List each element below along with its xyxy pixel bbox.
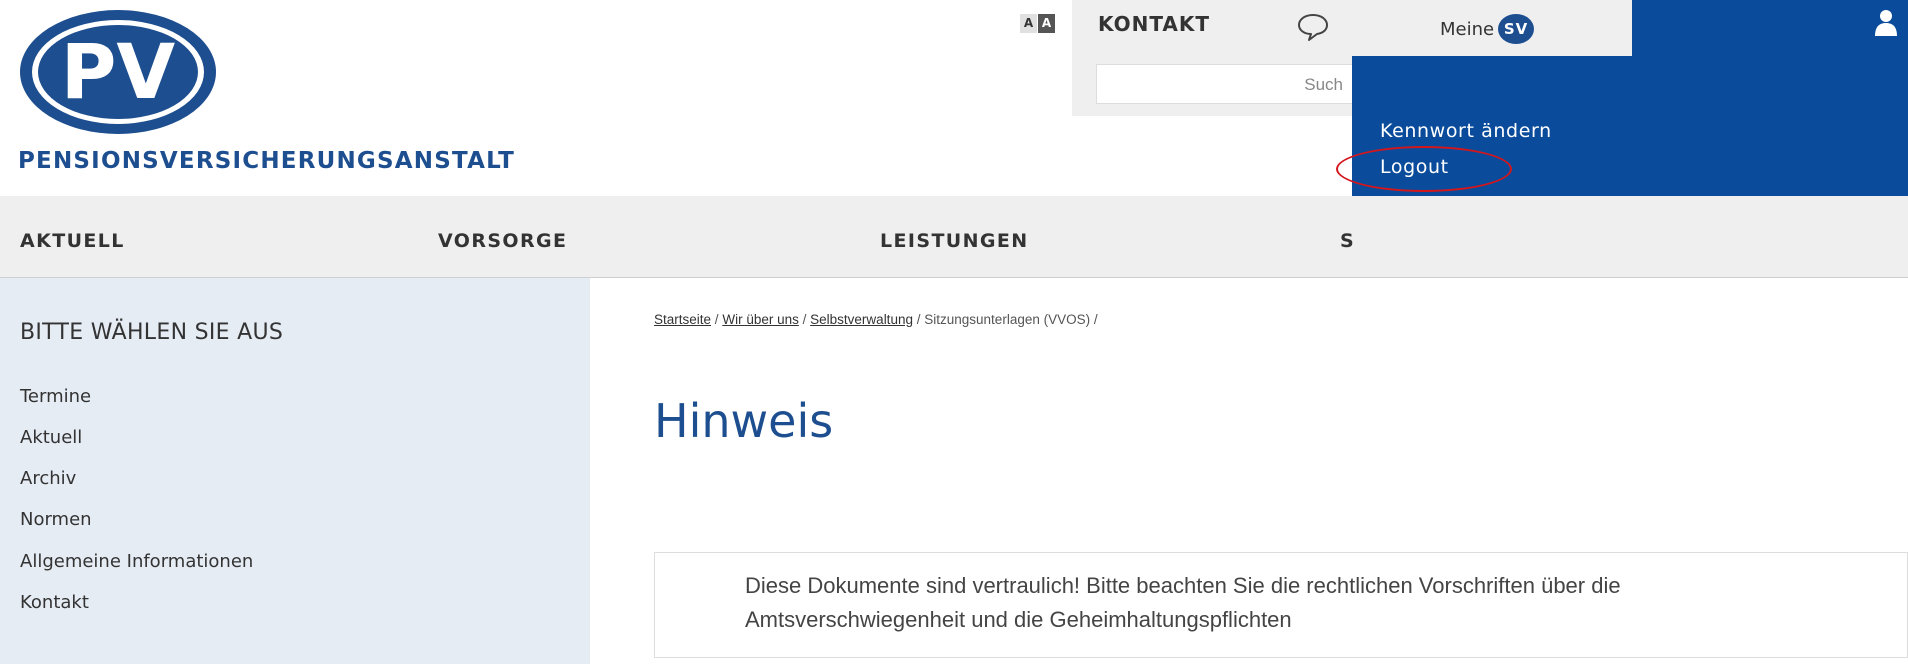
breadcrumb-startseite[interactable]: Startseite: [654, 312, 711, 327]
sv-badge: SV: [1498, 14, 1535, 44]
breadcrumb-current: Sitzungsunterlagen (VVOS): [924, 312, 1091, 327]
breadcrumb-wir-ueber-uns[interactable]: Wir über uns: [722, 312, 799, 327]
page-title: Hinweis: [654, 394, 834, 448]
breadcrumb-selbstverwaltung[interactable]: Selbstverwaltung: [810, 312, 913, 327]
nav-vorsorge[interactable]: VORSORGE: [438, 230, 567, 252]
search-input[interactable]: Such: [1096, 64, 1356, 104]
nav-aktuell[interactable]: AKTUELL: [20, 230, 125, 252]
pv-logo[interactable]: PV: [18, 8, 218, 141]
font-size-large[interactable]: A: [1038, 14, 1055, 33]
breadcrumb-separator: /: [916, 312, 921, 327]
sidebar-item-kontakt[interactable]: Kontakt: [20, 592, 89, 613]
sidebar-item-normen[interactable]: Normen: [20, 509, 92, 530]
breadcrumb-separator: /: [714, 312, 719, 327]
breadcrumb-separator: /: [802, 312, 807, 327]
logo-letters: PV: [61, 27, 176, 116]
page: PV PENSIONSVERSICHERUNGSANSTALT A A KONT…: [0, 0, 1908, 664]
logout-highlight-circle: [1336, 146, 1512, 192]
nav-leistungen[interactable]: LEISTUNGEN: [880, 230, 1029, 252]
font-size-small[interactable]: A: [1020, 14, 1037, 33]
user-area: [1632, 0, 1908, 56]
chat-icon[interactable]: [1296, 12, 1330, 47]
sidebar-item-allgemeine-informationen[interactable]: Allgemeine Informationen: [20, 551, 253, 572]
sidebar-title: BITTE WÄHLEN SIE AUS: [20, 320, 284, 345]
font-size-toggle[interactable]: A A: [1020, 14, 1055, 33]
nav-item-partial[interactable]: S: [1340, 230, 1355, 252]
breadcrumb: Startseite / Wir über uns / Selbstverwal…: [654, 312, 1098, 327]
sidebar-item-termine[interactable]: Termine: [20, 386, 91, 407]
user-icon[interactable]: [1874, 8, 1898, 43]
sidebar-item-aktuell[interactable]: Aktuell: [20, 427, 82, 448]
sidebar-item-archiv[interactable]: Archiv: [20, 468, 76, 489]
notice-text: Diese Dokumente sind vertraulich! Bitte …: [745, 573, 1621, 632]
kontakt-link[interactable]: KONTAKT: [1098, 12, 1210, 36]
notice-box: Diese Dokumente sind vertraulich! Bitte …: [654, 552, 1908, 658]
brand-name: PENSIONSVERSICHERUNGSANSTALT: [18, 148, 516, 174]
meine-sv-button[interactable]: Meine SV: [1440, 14, 1535, 44]
meine-label: Meine: [1440, 18, 1495, 40]
breadcrumb-separator: /: [1093, 312, 1098, 327]
change-password-link[interactable]: Kennwort ändern: [1380, 120, 1552, 142]
